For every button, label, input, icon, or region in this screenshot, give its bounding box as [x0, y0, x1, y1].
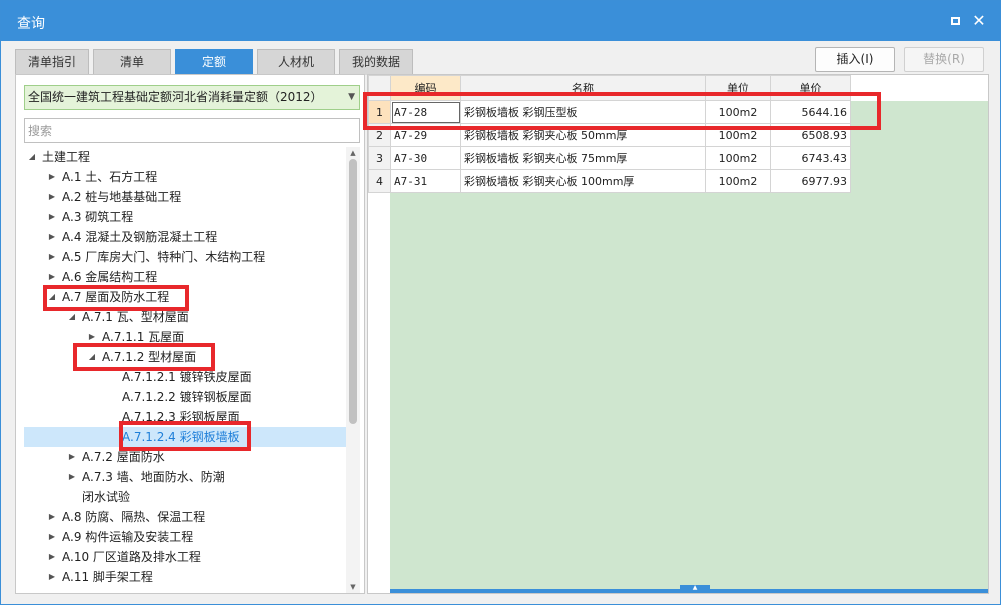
- row-number: 1: [368, 100, 391, 124]
- column-header-code[interactable]: 编码: [390, 75, 461, 101]
- chevron-down-icon: ▼: [348, 92, 355, 102]
- tree-node-a11[interactable]: ▶ A.11 脚手架工程: [24, 567, 346, 587]
- insert-button[interactable]: 插入(I): [815, 47, 895, 72]
- quota-library-value: 全国统一建筑工程基础定额河北省消耗量定额（2012）: [28, 90, 323, 104]
- triangle-collapsed-icon[interactable]: ▶: [66, 467, 78, 487]
- triangle-collapsed-icon[interactable]: ▶: [46, 547, 58, 567]
- grid-header-row: 编码 名称 单位 单价: [368, 75, 851, 101]
- cell-unit[interactable]: 100m2: [705, 169, 771, 193]
- triangle-collapsed-icon[interactable]: ▶: [46, 527, 58, 547]
- tree-node-a7[interactable]: ◢ A.7 屋面及防水工程: [24, 287, 346, 307]
- cell-price[interactable]: 6977.93: [770, 169, 851, 193]
- tree-node-a7-1-1[interactable]: ▶ A.7.1.1 瓦屋面: [24, 327, 346, 347]
- tree-node-a7-1-2-4[interactable]: A.7.1.2.4 彩钢板墙板: [24, 427, 346, 447]
- column-header-price[interactable]: 单价: [770, 75, 851, 101]
- quota-grid: 编码 名称 单位 单价 1 A7-28 彩钢板墙板 彩钢压型板 100m2 56…: [368, 75, 851, 193]
- row-number: 2: [368, 123, 391, 147]
- table-row[interactable]: 1 A7-28 彩钢板墙板 彩钢压型板 100m2 5644.16: [368, 100, 851, 124]
- cell-code[interactable]: A7-30: [390, 146, 461, 170]
- row-number: 3: [368, 146, 391, 170]
- triangle-expanded-icon[interactable]: ◢: [66, 307, 78, 327]
- tab-quota[interactable]: 定额: [175, 49, 253, 75]
- tree-node-a9[interactable]: ▶ A.9 构件运输及安装工程: [24, 527, 346, 547]
- tab-bill[interactable]: 清单: [93, 49, 171, 75]
- cell-name[interactable]: 彩钢板墙板 彩钢夹心板 75mm厚: [460, 146, 706, 170]
- tree-node-a7-1-2-2[interactable]: A.7.1.2.2 镀锌钢板屋面: [24, 387, 346, 407]
- triangle-collapsed-icon[interactable]: ▶: [46, 507, 58, 527]
- dialog-title: 查询: [17, 16, 45, 32]
- row-number-header: [368, 75, 391, 101]
- tree-node-civil[interactable]: ◢ 土建工程: [24, 147, 346, 167]
- cell-name[interactable]: 彩钢板墙板 彩钢夹心板 50mm厚: [460, 123, 706, 147]
- cell-unit[interactable]: 100m2: [705, 100, 771, 124]
- tree-node-a1[interactable]: ▶ A.1 土、石方工程: [24, 167, 346, 187]
- triangle-collapsed-icon[interactable]: ▶: [46, 187, 58, 207]
- scrollbar-thumb[interactable]: [349, 159, 357, 424]
- tree-node-a7-1-2-1[interactable]: A.7.1.2.1 镀锌铁皮屋面: [24, 367, 346, 387]
- quota-tree: ◢ 土建工程 ▶ A.1 土、石方工程 ▶ A.2 桩与地基基础工程 ▶ A.3…: [24, 147, 346, 593]
- close-icon[interactable]: ✕: [969, 11, 989, 31]
- tree-node-a4[interactable]: ▶ A.4 混凝土及钢筋混凝土工程: [24, 227, 346, 247]
- cell-code[interactable]: A7-29: [390, 123, 461, 147]
- tree-node-a7-3-cont[interactable]: 闭水试验: [24, 487, 346, 507]
- cell-name[interactable]: 彩钢板墙板 彩钢压型板: [460, 100, 706, 124]
- quota-library-select[interactable]: 全国统一建筑工程基础定额河北省消耗量定额（2012） ▼: [24, 85, 360, 110]
- tree-node-a7-1-2[interactable]: ◢ A.7.1.2 型材屋面: [24, 347, 346, 367]
- chevron-up-icon[interactable]: ▲: [680, 585, 710, 591]
- cell-price[interactable]: 6743.43: [770, 146, 851, 170]
- tree-scrollbar[interactable]: ▲ ▼: [346, 147, 360, 593]
- triangle-collapsed-icon[interactable]: ▶: [46, 567, 58, 587]
- cell-unit[interactable]: 100m2: [705, 123, 771, 147]
- triangle-collapsed-icon[interactable]: ▶: [46, 207, 58, 227]
- cell-code[interactable]: A7-31: [390, 169, 461, 193]
- triangle-expanded-icon[interactable]: ◢: [46, 287, 58, 307]
- triangle-collapsed-icon[interactable]: ▶: [46, 247, 58, 267]
- replace-button[interactable]: 替换(R): [904, 47, 984, 72]
- quota-tree-panel: 全国统一建筑工程基础定额河北省消耗量定额（2012） ▼ ◢ 土建工程 ▶ A.…: [15, 74, 365, 594]
- cell-name[interactable]: 彩钢板墙板 彩钢夹心板 100mm厚: [460, 169, 706, 193]
- tree-node-a3[interactable]: ▶ A.3 砌筑工程: [24, 207, 346, 227]
- tree-node-a7-1-2-3[interactable]: A.7.1.2.3 彩钢板屋面: [24, 407, 346, 427]
- tab-labor-material[interactable]: 人材机: [257, 49, 335, 75]
- tree-node-a7-3[interactable]: ▶ A.7.3 墙、地面防水、防潮: [24, 467, 346, 487]
- maximize-icon[interactable]: [945, 11, 965, 31]
- table-row[interactable]: 2 A7-29 彩钢板墙板 彩钢夹心板 50mm厚 100m2 6508.93: [368, 123, 851, 147]
- quota-grid-panel: 编码 名称 单位 单价 1 A7-28 彩钢板墙板 彩钢压型板 100m2 56…: [367, 74, 989, 594]
- column-header-name[interactable]: 名称: [460, 75, 706, 101]
- cell-unit[interactable]: 100m2: [705, 146, 771, 170]
- cell-price[interactable]: 6508.93: [770, 123, 851, 147]
- triangle-collapsed-icon[interactable]: ▶: [46, 267, 58, 287]
- tree-node-a7-1[interactable]: ◢ A.7.1 瓦、型材屋面: [24, 307, 346, 327]
- row-number: 4: [368, 169, 391, 193]
- triangle-collapsed-icon[interactable]: ▶: [46, 227, 58, 247]
- column-header-unit[interactable]: 单位: [705, 75, 771, 101]
- triangle-collapsed-icon[interactable]: ▶: [86, 327, 98, 347]
- triangle-expanded-icon[interactable]: ◢: [26, 147, 38, 167]
- cell-price[interactable]: 5644.16: [770, 100, 851, 124]
- tab-bill-guide[interactable]: 清单指引: [15, 49, 89, 75]
- search-input[interactable]: [24, 118, 360, 143]
- triangle-collapsed-icon[interactable]: ▶: [66, 447, 78, 467]
- tree-node-a6[interactable]: ▶ A.6 金属结构工程: [24, 267, 346, 287]
- scroll-up-icon[interactable]: ▲: [346, 147, 360, 159]
- triangle-expanded-icon[interactable]: ◢: [86, 347, 98, 367]
- grid-splitter[interactable]: ▲: [390, 585, 988, 593]
- table-row[interactable]: 4 A7-31 彩钢板墙板 彩钢夹心板 100mm厚 100m2 6977.93: [368, 169, 851, 193]
- cell-code[interactable]: A7-28: [390, 100, 461, 124]
- scroll-down-icon[interactable]: ▼: [346, 581, 360, 593]
- title-bar: 查询 ✕: [1, 1, 1000, 41]
- table-row[interactable]: 3 A7-30 彩钢板墙板 彩钢夹心板 75mm厚 100m2 6743.43: [368, 146, 851, 170]
- tree-node-a2[interactable]: ▶ A.2 桩与地基基础工程: [24, 187, 346, 207]
- query-dialog: 查询 ✕ 清单指引 清单 定额 人材机 我的数据 插入(I) 替换(R) 全国统…: [0, 0, 1001, 605]
- tree-node-a7-2[interactable]: ▶ A.7.2 屋面防水: [24, 447, 346, 467]
- tree-node-a5[interactable]: ▶ A.5 厂库房大门、特种门、木结构工程: [24, 247, 346, 267]
- triangle-collapsed-icon[interactable]: ▶: [46, 167, 58, 187]
- tab-my-data[interactable]: 我的数据: [339, 49, 413, 75]
- tree-node-a8[interactable]: ▶ A.8 防腐、隔热、保温工程: [24, 507, 346, 527]
- tree-node-a10[interactable]: ▶ A.10 厂区道路及排水工程: [24, 547, 346, 567]
